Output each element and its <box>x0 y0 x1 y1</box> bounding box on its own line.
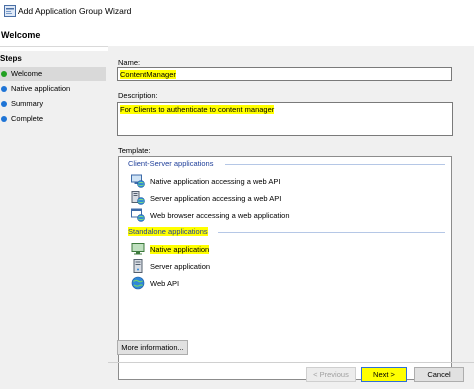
group-divider <box>218 232 445 233</box>
server-globe-icon <box>131 191 145 205</box>
template-item-label: Server application <box>150 262 211 271</box>
description-input[interactable]: For Clients to authenticate to content m… <box>117 102 453 136</box>
step-current-dot-icon <box>1 71 7 77</box>
description-value: For Clients to authenticate to content m… <box>120 105 275 114</box>
previous-button[interactable]: < Previous <box>306 367 356 382</box>
template-server-app-web-api[interactable]: Server application accessing a web API <box>131 190 341 206</box>
step-label: Native application <box>11 84 71 93</box>
wizard-header: Welcome <box>0 24 474 47</box>
step-label: Summary <box>11 99 44 108</box>
step-native-application[interactable]: Native application <box>0 82 106 96</box>
window-title: Add Application Group Wizard <box>18 6 132 16</box>
standalone-group-heading: Standalone applications <box>128 227 208 236</box>
globe-icon <box>131 276 145 290</box>
monitor-icon <box>131 243 145 255</box>
template-item-label: Web browser accessing a web application <box>150 211 290 220</box>
title-bar: Add Application Group Wizard <box>0 0 474 24</box>
step-dot-icon <box>1 86 7 92</box>
app-window-icon <box>4 5 16 17</box>
template-item-label: Native application accessing a web API <box>150 177 281 186</box>
template-item-label: Native application <box>150 245 210 254</box>
monitor-globe-icon <box>131 174 145 188</box>
steps-pane: Steps Welcome Native application Summary… <box>0 51 108 389</box>
step-label: Welcome <box>11 69 43 78</box>
template-item-label: Server application accessing a web API <box>150 194 282 203</box>
template-item-label: Web API <box>150 279 180 288</box>
step-summary[interactable]: Summary <box>0 97 106 111</box>
page-heading: Welcome <box>1 30 41 40</box>
name-label: Name: <box>118 58 141 67</box>
step-label: Complete <box>11 114 44 123</box>
browser-globe-icon <box>131 208 145 222</box>
content-pane: Name: ContentManager Description: For Cl… <box>108 46 474 389</box>
template-web-api[interactable]: Web API <box>131 275 341 291</box>
description-label: Description: <box>118 91 158 100</box>
step-complete[interactable]: Complete <box>0 112 106 126</box>
cancel-button[interactable]: Cancel <box>414 367 464 382</box>
more-information-button[interactable]: More information... <box>117 340 188 355</box>
name-input[interactable]: ContentManager <box>117 67 452 81</box>
template-server-application[interactable]: Server application <box>131 258 341 274</box>
step-dot-icon <box>1 101 7 107</box>
step-dot-icon <box>1 116 7 122</box>
template-web-browser-web-app[interactable]: Web browser accessing a web application <box>131 207 341 223</box>
group-divider <box>225 164 445 165</box>
server-icon <box>133 259 143 273</box>
step-welcome[interactable]: Welcome <box>0 67 106 81</box>
template-label: Template: <box>118 146 151 155</box>
steps-title: Steps <box>0 54 22 63</box>
client-server-group-heading: Client-Server applications <box>128 159 214 168</box>
next-button[interactable]: Next > <box>361 367 407 382</box>
template-native-application[interactable]: Native application <box>121 241 445 257</box>
template-native-app-web-api[interactable]: Native application accessing a web API <box>131 173 341 189</box>
footer-divider <box>108 362 474 363</box>
name-value: ContentManager <box>120 70 176 79</box>
